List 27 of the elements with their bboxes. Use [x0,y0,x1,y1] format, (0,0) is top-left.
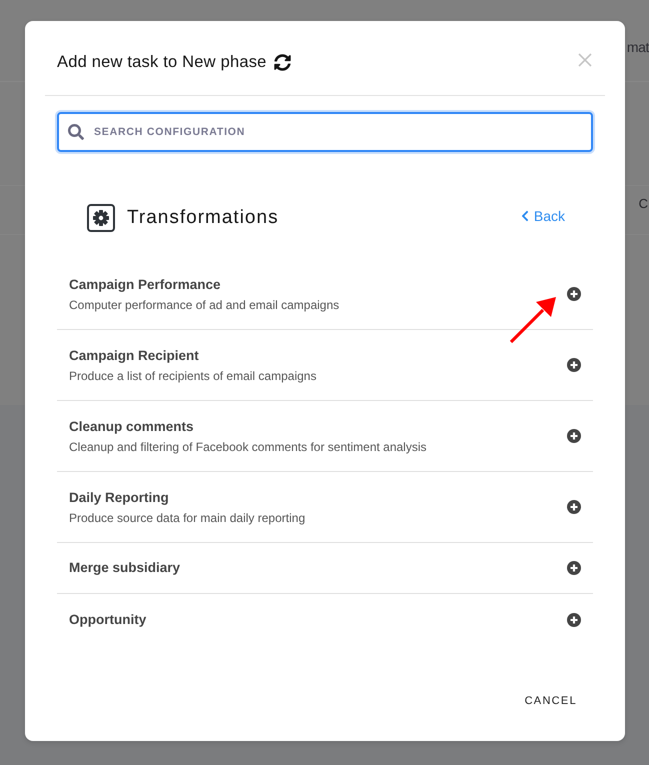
add-circle-icon[interactable] [567,500,581,514]
category-title: Transformations [127,206,279,230]
task-title[interactable]: Cleanup comments [69,417,427,437]
search-field[interactable]: SEARCH CONFIGURATION [57,112,593,152]
task-description: Produce a list of recipients of email campaigns [69,368,316,384]
task-title[interactable]: Campaign Performance [69,275,340,295]
task-description: Produce source data for main daily reporting [69,510,306,526]
add-circle-icon[interactable] [567,612,581,626]
dialog-title: Add new task to New phase [57,52,267,74]
add-circle-icon[interactable] [567,287,581,301]
cancel-button[interactable]: CANCEL [508,685,593,717]
task-title[interactable]: Daily Reporting [69,488,306,508]
gear-icon [87,204,115,232]
chevron-left-icon [520,210,529,222]
add-circle-icon[interactable] [567,358,581,372]
task-title[interactable]: Campaign Recipient [69,346,316,366]
task-title[interactable]: Merge subsidiary [69,558,180,578]
page-row-text: C [638,196,648,212]
task-title[interactable]: Opportunity [69,610,146,630]
page-header-text: mat [626,38,649,56]
task-description: Computer performance of ad and email campaigns [69,297,340,313]
search-icon [68,124,84,140]
add-circle-icon[interactable] [567,561,581,575]
refresh-icon[interactable] [274,54,291,71]
task-description: Cleanup and filtering of Facebook comments for sentiment analysis [69,439,427,455]
pointer-arrow [509,296,557,344]
add-circle-icon[interactable] [567,429,581,443]
